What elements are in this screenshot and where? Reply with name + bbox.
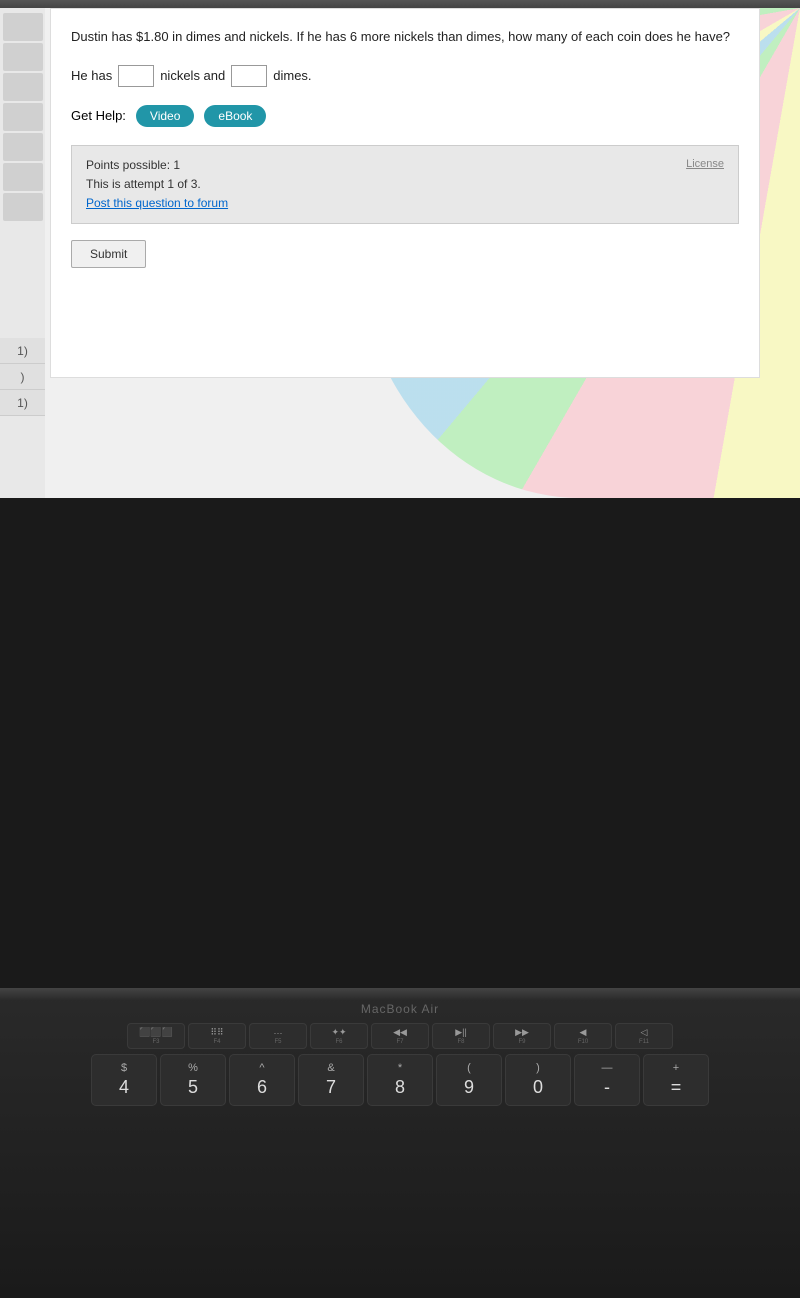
sidebar-tab-5[interactable] (3, 133, 43, 161)
sidebar-tab-7[interactable] (3, 193, 43, 221)
key-minus[interactable]: — - (574, 1054, 640, 1106)
f6-icon: ✦✦ (331, 1027, 346, 1038)
sidebar-tab-1[interactable] (3, 13, 43, 41)
key-6-top: ^ (259, 1062, 264, 1074)
fn-key-f8[interactable]: ▶|| F8 (432, 1023, 490, 1049)
key-equals[interactable]: + = (643, 1054, 709, 1106)
sidebar-tab-2[interactable] (3, 43, 43, 71)
f9-icon: ▶▶ (515, 1027, 529, 1038)
f10-icon: ◀ (580, 1027, 587, 1038)
fn-key-f7[interactable]: ◀◀ F7 (371, 1023, 429, 1049)
nickel-input[interactable] (118, 65, 154, 87)
key-4-top: $ (121, 1062, 127, 1074)
left-numbers: 1) ) 1) (0, 338, 45, 416)
keyboard-area: ⬛⬛⬛ F3 ⠿⠿ F4 ··· F5 ✦✦ F6 ◀◀ F7 ▶|| F8 (20, 1023, 780, 1111)
key-minus-top: — (602, 1062, 613, 1074)
key-9-top: ( (467, 1062, 471, 1074)
key-8-top: * (398, 1062, 402, 1074)
get-help-label: Get Help: (71, 108, 126, 123)
sidebar-tab-4[interactable] (3, 103, 43, 131)
answer-row: He has nickels and dimes. (71, 65, 739, 87)
license-link[interactable]: License (686, 156, 724, 174)
key-5-top: % (188, 1062, 198, 1074)
key-6-bottom: 6 (257, 1077, 267, 1098)
sidebar-tab-6[interactable] (3, 163, 43, 191)
key-0-top: ) (536, 1062, 540, 1074)
num-item-2: ) (0, 364, 45, 390)
fn-key-f10[interactable]: ◀ F10 (554, 1023, 612, 1049)
key-7-bottom: 7 (326, 1077, 336, 1098)
f5-icon: ··· (274, 1028, 283, 1038)
f4-icon: ⠿⠿ (210, 1027, 223, 1038)
key-equals-bottom: = (671, 1077, 682, 1098)
key-minus-bottom: - (604, 1077, 610, 1098)
laptop-body: MacBook Air ⬛⬛⬛ F3 ⠿⠿ F4 ··· F5 ✦✦ F6 ◀◀… (0, 988, 800, 1298)
info-box: Points possible: 1 This is attempt 1 of … (71, 145, 739, 225)
submit-button[interactable]: Submit (71, 240, 146, 268)
key-4[interactable]: $ 4 (91, 1054, 157, 1106)
main-content-panel: Dustin has $1.80 in dimes and nickels. I… (50, 8, 760, 378)
dime-input[interactable] (231, 65, 267, 87)
key-7-top: & (327, 1062, 334, 1074)
screen-area: Dustin has $1.80 in dimes and nickels. I… (0, 8, 800, 498)
points-text: Points possible: 1 (86, 156, 724, 175)
ebook-button[interactable]: eBook (204, 105, 266, 127)
fn-key-f4[interactable]: ⠿⠿ F4 (188, 1023, 246, 1049)
key-4-bottom: 4 (119, 1077, 129, 1098)
question-text: Dustin has $1.80 in dimes and nickels. I… (71, 27, 739, 47)
fn-key-f3[interactable]: ⬛⬛⬛ F3 (127, 1023, 185, 1049)
sidebar (0, 8, 45, 498)
answer-label-middle: nickels and (160, 68, 225, 83)
f11-icon: ◁ (641, 1027, 648, 1038)
fn-key-f6[interactable]: ✦✦ F6 (310, 1023, 368, 1049)
f7-icon: ◀◀ (393, 1027, 407, 1038)
num-item-1: 1) (0, 338, 45, 364)
key-9[interactable]: ( 9 (436, 1054, 502, 1106)
key-0-bottom: 0 (533, 1077, 543, 1098)
key-7[interactable]: & 7 (298, 1054, 364, 1106)
fn-key-row: ⬛⬛⬛ F3 ⠿⠿ F4 ··· F5 ✦✦ F6 ◀◀ F7 ▶|| F8 (20, 1023, 780, 1049)
answer-label-start: He has (71, 68, 112, 83)
post-question-link[interactable]: Post this question to forum (86, 196, 228, 210)
attempt-text: This is attempt 1 of 3. (86, 175, 724, 194)
f8-icon: ▶|| (455, 1027, 467, 1038)
macbook-label: MacBook Air (361, 1002, 439, 1016)
screen-bezel-bottom (0, 988, 800, 1000)
key-6[interactable]: ^ 6 (229, 1054, 295, 1106)
num-key-row: $ 4 % 5 ^ 6 & 7 * 8 ( 9 (20, 1054, 780, 1106)
key-9-bottom: 9 (464, 1077, 474, 1098)
key-equals-top: + (673, 1062, 679, 1074)
f3-icon: ⬛⬛⬛ (139, 1027, 173, 1038)
fn-key-f9[interactable]: ▶▶ F9 (493, 1023, 551, 1049)
sidebar-tab-3[interactable] (3, 73, 43, 101)
key-5[interactable]: % 5 (160, 1054, 226, 1106)
help-row: Get Help: Video eBook (71, 105, 739, 127)
key-0[interactable]: ) 0 (505, 1054, 571, 1106)
fn-key-f11[interactable]: ◁ F11 (615, 1023, 673, 1049)
key-8-bottom: 8 (395, 1077, 405, 1098)
num-item-3: 1) (0, 390, 45, 416)
key-8[interactable]: * 8 (367, 1054, 433, 1106)
key-5-bottom: 5 (188, 1077, 198, 1098)
answer-label-end: dimes. (273, 68, 311, 83)
video-button[interactable]: Video (136, 105, 194, 127)
fn-key-f5[interactable]: ··· F5 (249, 1023, 307, 1049)
